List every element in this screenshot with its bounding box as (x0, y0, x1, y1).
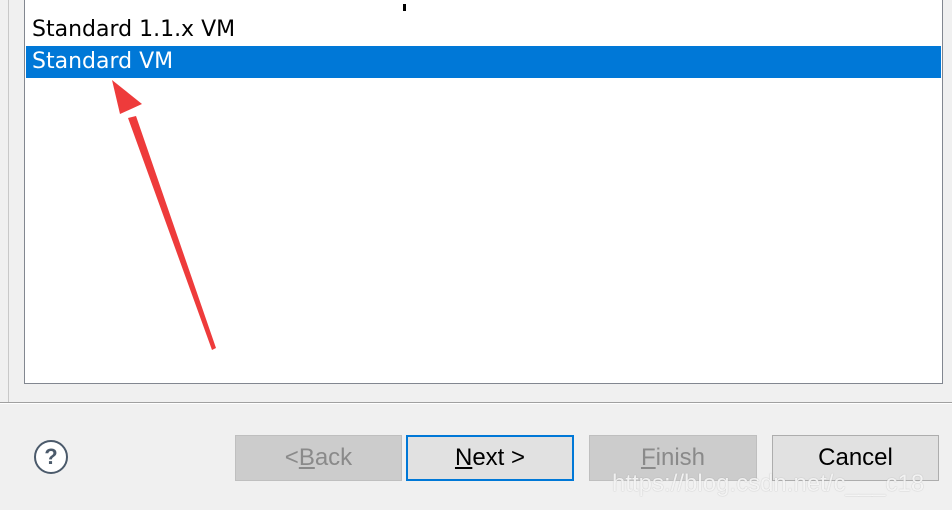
back-button-prefix: < (284, 444, 299, 471)
watermark-text: https://blog.csdn.net/c___c18 (612, 470, 925, 497)
next-button[interactable]: Next > (406, 435, 574, 481)
cancel-button-label: Cancel (818, 444, 893, 471)
back-button-rest: ack (314, 444, 353, 471)
list-item-standard-vm[interactable]: Standard VM (26, 46, 941, 78)
next-button-mnemonic: N (454, 444, 473, 471)
back-button[interactable]: < Back (235, 435, 402, 481)
finish-button-mnemonic: F (640, 444, 656, 471)
tick-mark (403, 4, 406, 11)
footer-separator (0, 402, 952, 404)
finish-button-rest: inish (655, 444, 706, 471)
back-button-mnemonic: B (298, 444, 315, 471)
help-button[interactable]: ? (34, 440, 68, 474)
vm-type-list[interactable]: Standard 1.1.x VM Standard VM (24, 0, 943, 384)
list-item-label: Standard 1.1.x VM (32, 17, 236, 42)
next-button-rest: ext > (472, 444, 526, 471)
left-frame-border (0, 0, 9, 402)
help-icon: ? (44, 444, 58, 469)
list-item-label: Standard VM (32, 49, 174, 74)
wizard-dialog: Standard 1.1.x VM Standard VM ? < Back N… (0, 0, 952, 510)
list-item-standard-1-1-x-vm[interactable]: Standard 1.1.x VM (26, 14, 941, 46)
